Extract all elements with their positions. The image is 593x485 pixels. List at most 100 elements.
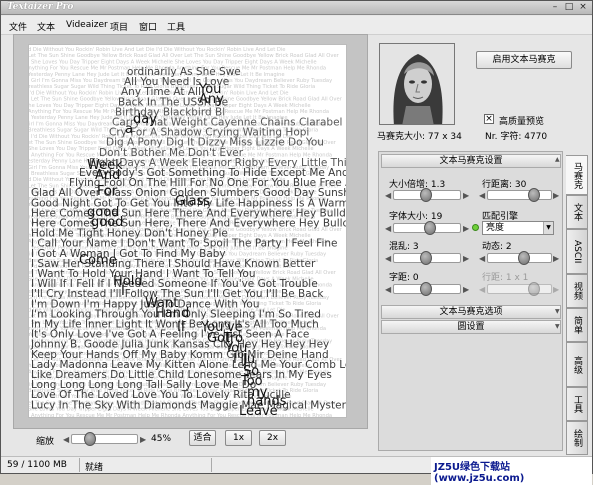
dynamic-right-icon[interactable]: ▶ bbox=[553, 254, 559, 263]
zoom-fit-button[interactable]: 适合 bbox=[189, 430, 216, 446]
status-dot-icon bbox=[472, 224, 479, 231]
background-text-line: She Loves You Day Tripper Eight Days A W… bbox=[31, 59, 317, 65]
tab-simple[interactable]: 简单 bbox=[566, 308, 588, 342]
zoom-slider[interactable] bbox=[71, 432, 138, 446]
menu-videaizer[interactable]: Videaizer bbox=[66, 20, 108, 30]
circle-expand-icon[interactable]: ▼ bbox=[555, 323, 560, 330]
menu-tools[interactable]: 工具 bbox=[167, 20, 185, 33]
mosaic-settings-header[interactable]: 文本马赛克设置 bbox=[381, 154, 561, 168]
close-button[interactable]: × bbox=[577, 2, 589, 13]
mosaic-text-line: Lucy In The Sky With Diamonds Maggie Mae… bbox=[31, 399, 347, 411]
chaos-left-icon[interactable]: ◀ bbox=[385, 254, 391, 263]
size-mult-left-icon[interactable]: ◀ bbox=[385, 191, 391, 200]
dynamic-left-icon[interactable]: ◀ bbox=[479, 254, 485, 263]
zoom-value: 45% bbox=[151, 434, 172, 444]
maximize-button[interactable]: □ bbox=[563, 2, 575, 13]
slider-knob[interactable] bbox=[518, 251, 530, 265]
tab-mosaic[interactable]: 马赛克 bbox=[566, 155, 588, 195]
disabled-spacing-label: 行距: 1 x 1 bbox=[482, 273, 529, 283]
portrait-word: day bbox=[133, 112, 157, 127]
high-quality-label: 高质量预览 bbox=[499, 117, 545, 127]
line-distance-label: 行距离: 30 bbox=[482, 180, 527, 190]
portrait-word: If bbox=[177, 320, 186, 335]
portrait-word: Any bbox=[199, 92, 224, 107]
title-bar[interactable]: Textaizer Pro – □ × bbox=[1, 1, 592, 15]
disabled-left-icon: ◀ bbox=[479, 285, 486, 294]
settings-collapse-icon[interactable]: ▲ bbox=[555, 156, 560, 163]
tab-advanced[interactable]: 高级 bbox=[566, 342, 588, 387]
dynamic-label: 动态: 2 bbox=[482, 242, 512, 252]
disabled-right-icon: ▶ bbox=[553, 285, 560, 294]
tab-tools[interactable]: 工具 bbox=[566, 387, 588, 421]
font-size-left-icon[interactable]: ◀ bbox=[385, 224, 391, 233]
high-quality-checkbox[interactable]: × bbox=[484, 114, 494, 124]
mosaic-options-header[interactable]: 文本马赛克选项 bbox=[381, 305, 561, 319]
slider-knob[interactable] bbox=[528, 188, 540, 202]
text-mosaic-image: I'd Die Without You Rockin' Robin Live A… bbox=[29, 47, 347, 418]
zoom-label: 缩放 bbox=[36, 437, 55, 447]
background-text-line: Let The Sun Shine Goodbye Yellow Brick R… bbox=[29, 53, 340, 59]
portrait-word: For bbox=[97, 184, 118, 199]
zoom-right-arrow-icon[interactable]: ▶ bbox=[140, 435, 146, 444]
minimize-button[interactable]: – bbox=[549, 2, 561, 13]
tab-text[interactable]: 文本 bbox=[566, 195, 588, 229]
portrait-word: Glass bbox=[175, 194, 210, 209]
circle-settings-header[interactable]: 圆设置 bbox=[381, 320, 561, 334]
options-expand-icon[interactable]: ▼ bbox=[555, 308, 560, 315]
portrait-word: And bbox=[95, 168, 120, 183]
chaos-slider[interactable] bbox=[393, 251, 461, 265]
enable-mosaic-button[interactable]: 启用文本马赛克 bbox=[476, 51, 572, 69]
portrait-thumbnail bbox=[380, 44, 454, 124]
zoom-left-arrow-icon[interactable]: ◀ bbox=[63, 435, 69, 444]
dropdown-arrow-icon[interactable]: ▼ bbox=[543, 222, 553, 234]
size-multiplier-slider[interactable] bbox=[393, 188, 461, 202]
dynamic-slider[interactable] bbox=[487, 251, 552, 265]
zoom-slider-knob[interactable] bbox=[84, 432, 96, 446]
menu-bar: 文件 文本 Videaizer 项目 窗口 工具 bbox=[1, 16, 592, 35]
font-size-slider[interactable] bbox=[393, 221, 461, 235]
status-divider bbox=[211, 458, 212, 472]
spacing-right-icon[interactable]: ▶ bbox=[463, 285, 469, 294]
menu-window[interactable]: 窗口 bbox=[139, 20, 157, 33]
portrait-word: Hold bbox=[113, 274, 143, 289]
menu-file[interactable]: 文件 bbox=[9, 20, 27, 33]
menu-text[interactable]: 文本 bbox=[37, 20, 55, 33]
mosaic-size-label: 马赛克大小: 77 x 34 bbox=[377, 132, 462, 142]
settings-panel: 文本马赛克设置 ▲ 大小倍增: 1.3 ◀ ▶ 行距离: 30 ◀ ▶ 字体大小… bbox=[378, 151, 563, 451]
size-mult-right-icon[interactable]: ▶ bbox=[463, 191, 469, 200]
menu-project[interactable]: 项目 bbox=[110, 20, 128, 33]
slider-knob[interactable] bbox=[420, 282, 432, 296]
slider-knob[interactable] bbox=[420, 188, 432, 202]
watermark-text: JZ5U绿色下载站(www.jz5u.com) bbox=[431, 457, 592, 485]
zoom-1x-button[interactable]: 1x bbox=[225, 430, 252, 446]
match-engine-value: 亮度 bbox=[486, 223, 505, 233]
disabled-slider bbox=[487, 282, 552, 296]
slider-knob[interactable] bbox=[420, 251, 432, 265]
char-spacing-label: 字距: 0 bbox=[389, 273, 419, 283]
tab-video[interactable]: 视频 bbox=[566, 274, 588, 308]
chaos-label: 混乱: 3 bbox=[389, 242, 419, 252]
canvas-frame: I'd Die Without You Rockin' Robin Live A… bbox=[13, 34, 368, 429]
zoom-2x-button[interactable]: 2x bbox=[259, 430, 286, 446]
portrait-word: a bbox=[125, 122, 133, 137]
text-mosaic-canvas[interactable]: I'd Die Without You Rockin' Robin Live A… bbox=[28, 44, 347, 418]
line-dist-right-icon[interactable]: ▶ bbox=[553, 191, 559, 200]
char-count-label: Nr. 字符: 4770 bbox=[485, 132, 548, 142]
portrait-word: me bbox=[253, 414, 274, 418]
line-distance-slider[interactable] bbox=[487, 188, 552, 202]
portrait-word: Hand bbox=[155, 306, 189, 321]
line-dist-left-icon[interactable]: ◀ bbox=[479, 191, 485, 200]
char-spacing-slider[interactable] bbox=[393, 282, 461, 296]
font-size-right-icon[interactable]: ▶ bbox=[463, 224, 469, 233]
portrait-word: good bbox=[91, 215, 123, 230]
spacing-left-icon[interactable]: ◀ bbox=[385, 285, 391, 294]
slider-knob[interactable] bbox=[424, 221, 436, 235]
chaos-right-icon[interactable]: ▶ bbox=[463, 254, 469, 263]
app-window: Textaizer Pro – □ × 文件 文本 Videaizer 项目 窗… bbox=[0, 0, 593, 485]
match-engine-dropdown[interactable]: 亮度 ▼ bbox=[482, 221, 554, 235]
source-photo bbox=[379, 43, 455, 125]
portrait-word: Come bbox=[79, 253, 117, 268]
tab-draw[interactable]: 绘制 bbox=[566, 421, 588, 455]
tab-ascii[interactable]: ASCII bbox=[566, 229, 588, 274]
font-size-label: 字体大小: 19 bbox=[389, 212, 443, 222]
